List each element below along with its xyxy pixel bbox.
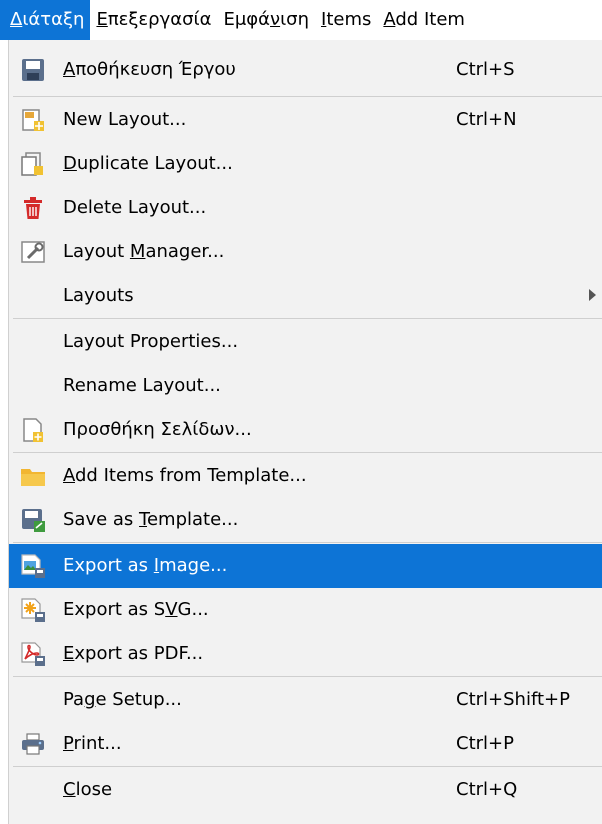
menubar-layout[interactable]: Διάταξη <box>0 0 91 40</box>
export-image-icon <box>21 554 45 578</box>
shortcut-label: Ctrl+P <box>456 733 514 754</box>
menu-item-save-project[interactable]: Αποθήκευση Έργου Ctrl+S <box>9 48 602 92</box>
menu-item-page-setup[interactable]: Page Setup... Ctrl+Shift+P <box>9 678 602 722</box>
menu-bar: Διάταξη Επεξεργασία Εμφάνιση Items Add I… <box>0 0 602 40</box>
menubar-add-item[interactable]: Add Item <box>377 0 471 40</box>
printer-icon <box>22 733 44 755</box>
export-pdf-icon <box>21 642 45 666</box>
separator <box>13 96 602 97</box>
shortcut-label: Ctrl+Shift+P <box>456 689 570 710</box>
menu-item-save-as-template[interactable]: Save as Template... <box>9 498 602 542</box>
menu-item-rename-layout[interactable]: Rename Layout... <box>9 364 602 408</box>
layout-dropdown-menu: Αποθήκευση Έργου Ctrl+S New Layout... Ct… <box>8 40 602 824</box>
separator <box>13 766 602 767</box>
menu-item-layouts-submenu[interactable]: Layouts <box>9 274 602 318</box>
menubar-view[interactable]: Εμφάνιση <box>217 0 315 40</box>
new-layout-icon <box>22 109 44 131</box>
menubar-items[interactable]: Items <box>315 0 377 40</box>
menu-item-duplicate-layout[interactable]: Duplicate Layout... <box>9 142 602 186</box>
submenu-arrow-icon <box>589 289 596 301</box>
duplicate-layout-icon <box>21 152 43 176</box>
export-svg-icon <box>21 598 45 622</box>
menu-item-layout-properties[interactable]: Layout Properties... <box>9 320 602 364</box>
add-pages-icon <box>23 418 43 442</box>
menubar-edit[interactable]: Επεξεργασία <box>90 0 217 40</box>
save-project-icon <box>22 59 44 81</box>
shortcut-label: Ctrl+Q <box>456 779 518 800</box>
layout-manager-icon <box>21 241 45 263</box>
menu-item-export-as-pdf[interactable]: Export as PDF... <box>9 632 602 676</box>
menu-item-new-layout[interactable]: New Layout... Ctrl+N <box>9 98 602 142</box>
menu-item-add-pages[interactable]: Προσθήκη Σελίδων... <box>9 408 602 452</box>
menu-item-close[interactable]: Close Ctrl+Q <box>9 768 602 812</box>
separator <box>13 542 602 543</box>
menu-item-export-as-svg[interactable]: Export as SVG... <box>9 588 602 632</box>
save-template-icon <box>22 509 45 532</box>
menu-item-export-as-image[interactable]: Export as Image... <box>9 544 602 588</box>
trash-icon <box>24 197 42 219</box>
menu-item-layout-manager[interactable]: Layout Manager... <box>9 230 602 274</box>
menu-item-delete-layout[interactable]: Delete Layout... <box>9 186 602 230</box>
separator <box>13 318 602 319</box>
menu-item-print[interactable]: Print... Ctrl+P <box>9 722 602 766</box>
folder-icon <box>21 469 45 486</box>
separator <box>13 676 602 677</box>
shortcut-label: Ctrl+S <box>456 59 515 80</box>
separator <box>13 452 602 453</box>
menu-item-add-items-from-template[interactable]: Add Items from Template... <box>9 454 602 498</box>
shortcut-label: Ctrl+N <box>456 109 517 130</box>
